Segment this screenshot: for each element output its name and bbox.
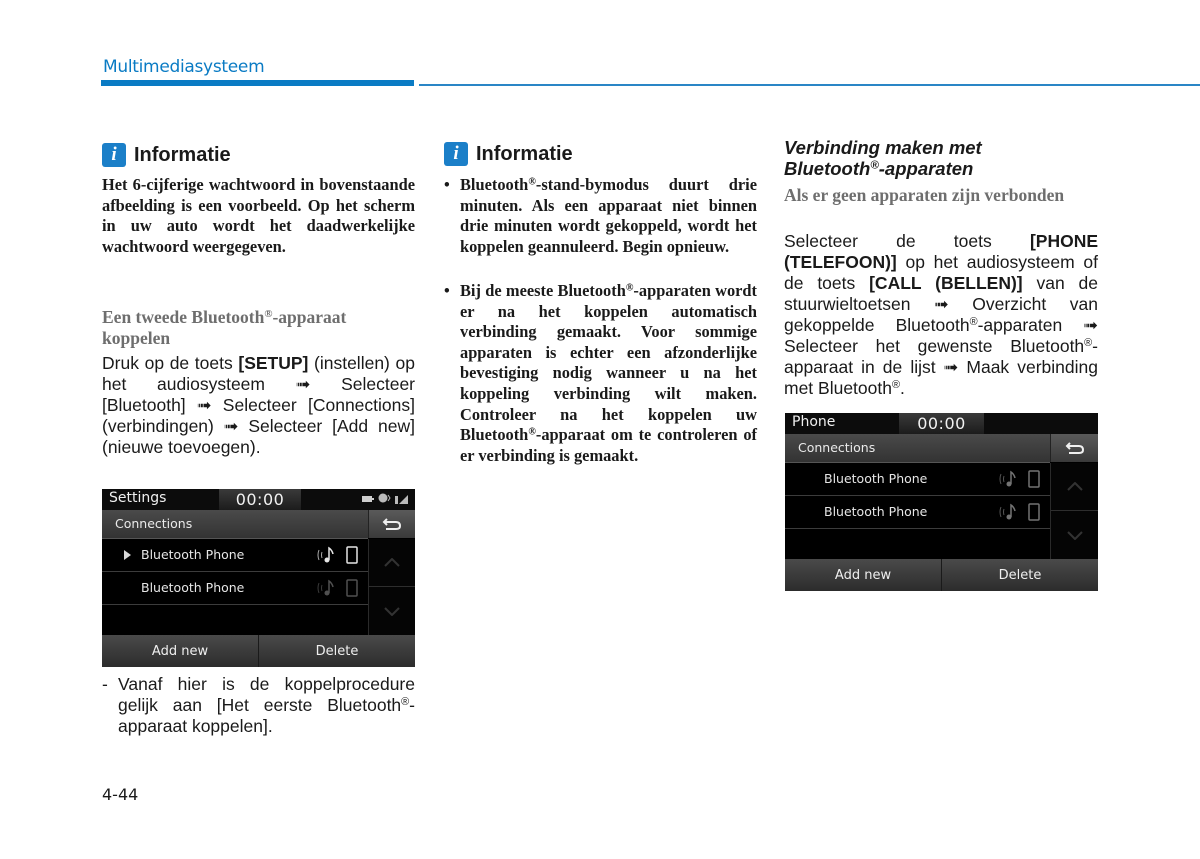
connections-header: Connections (102, 510, 368, 539)
settings-screen: Settings 00:00 Connections Bluetooth Pho… (102, 489, 415, 667)
note-text: - Vanaf hier is de koppelprocedure gelijk… (102, 674, 415, 736)
bluetooth-audio-icon (317, 579, 334, 596)
chevron-up-icon (384, 558, 400, 567)
connections-header: Connections (785, 434, 1050, 463)
bluetooth-audio-icon (999, 503, 1016, 520)
phone-icon (346, 579, 358, 597)
scroll-down-button[interactable] (1051, 511, 1098, 559)
pairing-instructions: Druk op de toets [SETUP] (instellen) op … (102, 353, 416, 457)
info-bullet: Bluetooth®-stand-bymodus duurt drie minu… (444, 175, 757, 257)
page-number: 4-44 (102, 785, 139, 804)
device-row[interactable]: Bluetooth Phone (102, 572, 368, 605)
scroll-up-button[interactable] (1051, 463, 1098, 511)
scroll-bar (1050, 463, 1098, 559)
back-button[interactable] (368, 510, 415, 538)
phone-icon (1028, 470, 1040, 488)
delete-button[interactable]: Delete (942, 559, 1098, 591)
add-new-button[interactable]: Add new (102, 635, 259, 667)
screen-title: Settings (109, 490, 167, 506)
scroll-down-button[interactable] (369, 587, 415, 635)
scroll-bar (368, 539, 415, 635)
device-name: Bluetooth Phone (824, 504, 928, 519)
subheading-no-devices: Als er geen apparaten zijn verbonden (784, 185, 1065, 205)
arrow-icon: ➟ (934, 294, 949, 314)
device-name: Bluetooth Phone (824, 471, 928, 486)
status-icons (362, 493, 409, 504)
back-button[interactable] (1050, 434, 1098, 462)
call-key: [CALL (BELLEN)] (869, 273, 1023, 293)
connect-instructions: Selecteer de toets [PHONE (TELEFOON)] op… (784, 231, 1098, 398)
screen-top-bar: Settings 00:00 (102, 489, 415, 510)
section-title: Multimediasysteem (103, 57, 265, 77)
arrow-icon: ➟ (295, 374, 311, 394)
subheading-second-device: Een tweede Bluetooth®-apparaat koppelen (102, 307, 347, 348)
bluetooth-audio-icon (378, 493, 391, 503)
battery-icon (362, 495, 374, 502)
back-arrow-icon (382, 518, 402, 530)
screen-button-bar: Add new Delete (785, 559, 1098, 591)
phone-screen: Phone 00:00 Connections Bluetooth Phone … (785, 413, 1098, 591)
arrow-icon: ➟ (943, 357, 959, 377)
bluetooth-audio-icon (999, 470, 1016, 487)
connections-label: Connections (115, 516, 193, 531)
section-heading: Verbinding maken met Bluetooth®-apparaten (784, 137, 982, 179)
arrow-icon: ➟ (223, 416, 239, 436)
screen-button-bar: Add new Delete (102, 635, 415, 667)
device-name: Bluetooth Phone (141, 547, 245, 562)
phone-icon (346, 546, 358, 564)
info-title: Informatie (134, 143, 231, 166)
info-bullet: Bij de meeste Bluetooth®-apparaten wordt… (444, 281, 757, 466)
device-name: Bluetooth Phone (141, 580, 245, 595)
setup-key: [SETUP] (238, 353, 309, 373)
add-new-button[interactable]: Add new (785, 559, 942, 591)
scroll-up-button[interactable] (369, 539, 415, 587)
info-box-heading: i Informatie (444, 142, 573, 166)
signal-icon (395, 494, 408, 504)
info-icon: i (102, 143, 126, 167)
screen-clock: 00:00 (219, 489, 301, 510)
header-rule-thick (101, 80, 414, 86)
info-icon: i (444, 142, 468, 166)
back-arrow-icon (1065, 442, 1084, 454)
chevron-down-icon (384, 606, 400, 616)
bluetooth-audio-icon (317, 546, 334, 563)
note-dash: - (102, 674, 108, 694)
screen-top-bar: Phone 00:00 (785, 413, 1098, 434)
arrow-icon: ➟ (1083, 315, 1098, 335)
device-row[interactable]: Bluetooth Phone (785, 496, 1050, 529)
connections-label: Connections (798, 440, 876, 455)
device-row[interactable]: Bluetooth Phone (102, 539, 368, 572)
chevron-up-icon (1066, 482, 1083, 491)
device-row[interactable]: Bluetooth Phone (785, 463, 1050, 496)
selected-arrow-icon (124, 550, 131, 560)
screen-title: Phone (792, 414, 836, 430)
info-box-heading: i Informatie (102, 143, 231, 167)
info-title: Informatie (476, 142, 573, 165)
delete-button[interactable]: Delete (259, 635, 415, 667)
info-text: Het 6-cijferige wachtwoord in bovenstaan… (102, 175, 415, 256)
header-rule-thin (419, 84, 1200, 86)
phone-icon (1028, 503, 1040, 521)
screen-clock: 00:00 (899, 413, 984, 434)
chevron-down-icon (1066, 530, 1083, 540)
arrow-icon: ➟ (196, 395, 212, 415)
